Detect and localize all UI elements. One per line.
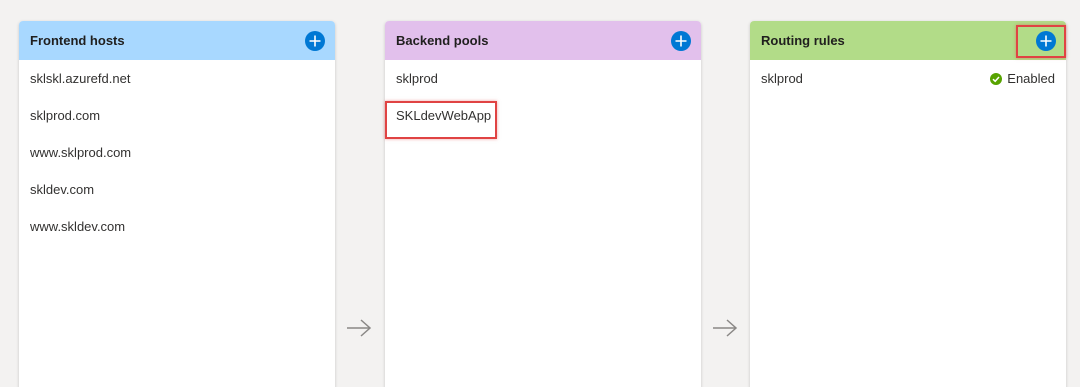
frontend-hosts-panel: Frontend hosts sklskl.azurefd.net sklpro…	[19, 21, 335, 387]
routing-rule-label: sklprod	[761, 71, 803, 86]
add-backend-pool-button[interactable]	[671, 31, 691, 51]
right-arrow-icon	[347, 319, 372, 337]
backend-pools-title: Backend pools	[396, 33, 489, 48]
status-text: Enabled	[1007, 71, 1055, 86]
frontend-host-item[interactable]: sklprod.com	[19, 97, 335, 134]
frontend-host-label: skldev.com	[30, 182, 95, 197]
routing-rules-panel: Routing rules sklprod Enabled	[750, 21, 1066, 387]
frontend-host-label: sklskl.azurefd.net	[30, 71, 131, 86]
frontend-host-label: sklprod.com	[30, 108, 101, 123]
frontend-host-item[interactable]: sklskl.azurefd.net	[19, 60, 335, 97]
frontend-host-label: www.skldev.com	[30, 219, 126, 234]
routing-rules-title: Routing rules	[761, 33, 845, 48]
frontend-host-item[interactable]: www.skldev.com	[19, 208, 335, 245]
status-badge: Enabled	[990, 60, 1055, 98]
backend-pools-panel: Backend pools sklprod SKLdevWebApp	[385, 21, 701, 387]
plus-circle-icon	[675, 35, 687, 47]
frontend-host-label: www.sklprod.com	[30, 145, 132, 160]
right-arrow-icon	[713, 319, 738, 337]
backend-pool-item[interactable]: SKLdevWebApp	[385, 97, 701, 134]
frontend-hosts-header: Frontend hosts	[19, 21, 335, 60]
frontend-host-item[interactable]: www.sklprod.com	[19, 134, 335, 171]
add-routing-rule-button[interactable]	[1036, 31, 1056, 51]
designer-canvas: Frontend hosts sklskl.azurefd.net sklpro…	[0, 0, 1080, 387]
frontend-host-item[interactable]: skldev.com	[19, 171, 335, 208]
backend-pool-label: sklprod	[396, 71, 438, 86]
frontend-hosts-title: Frontend hosts	[30, 33, 125, 48]
routing-rule-item[interactable]: sklprod Enabled	[750, 60, 1066, 97]
backend-pool-item[interactable]: sklprod	[385, 60, 701, 97]
backend-pool-label: SKLdevWebApp	[396, 108, 492, 123]
routing-rules-header: Routing rules	[750, 21, 1066, 60]
backend-pools-header: Backend pools	[385, 21, 701, 60]
plus-circle-icon	[1040, 35, 1052, 47]
plus-circle-icon	[309, 35, 321, 47]
check-circle-icon	[990, 73, 1003, 85]
add-frontend-host-button[interactable]	[305, 31, 325, 51]
